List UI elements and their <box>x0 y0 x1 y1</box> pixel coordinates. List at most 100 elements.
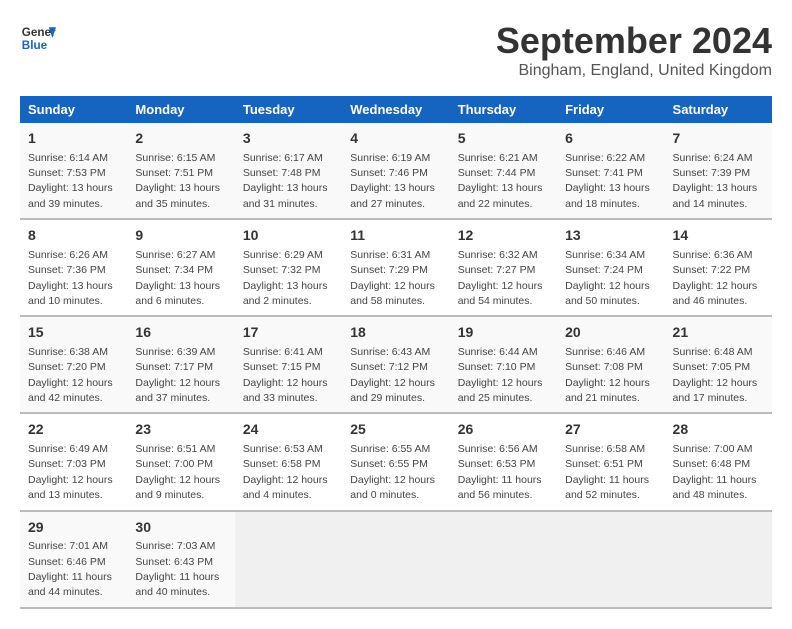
day-number: 14 <box>673 226 764 246</box>
daylight-info: Daylight: 12 hours and 21 minutes. <box>565 377 650 404</box>
daylight-info: Daylight: 12 hours and 46 minutes. <box>673 280 758 307</box>
sunset-info: Sunset: 7:51 PM <box>135 167 213 179</box>
day-number: 8 <box>28 226 119 246</box>
calendar-cell: 22 Sunrise: 6:49 AM Sunset: 7:03 PM Dayl… <box>20 413 127 510</box>
col-tuesday: Tuesday <box>235 96 342 123</box>
daylight-info: Daylight: 11 hours and 52 minutes. <box>565 474 649 501</box>
day-number: 5 <box>458 129 549 149</box>
calendar-table: Sunday Monday Tuesday Wednesday Thursday… <box>20 96 772 609</box>
daylight-info: Daylight: 12 hours and 17 minutes. <box>673 377 758 404</box>
sunset-info: Sunset: 6:46 PM <box>28 556 106 568</box>
calendar-cell: 16 Sunrise: 6:39 AM Sunset: 7:17 PM Dayl… <box>127 316 234 413</box>
calendar-cell: 23 Sunrise: 6:51 AM Sunset: 7:00 PM Dayl… <box>127 413 234 510</box>
calendar-cell: 29 Sunrise: 7:01 AM Sunset: 6:46 PM Dayl… <box>20 511 127 608</box>
location-title: Bingham, England, United Kingdom <box>496 62 772 80</box>
sunrise-info: Sunrise: 6:36 AM <box>673 249 753 261</box>
daylight-info: Daylight: 12 hours and 54 minutes. <box>458 280 543 307</box>
sunrise-info: Sunrise: 6:43 AM <box>350 346 430 358</box>
calendar-cell: 12 Sunrise: 6:32 AM Sunset: 7:27 PM Dayl… <box>450 219 557 316</box>
sunrise-info: Sunrise: 7:03 AM <box>135 540 215 552</box>
day-number: 20 <box>565 323 656 343</box>
daylight-info: Daylight: 12 hours and 4 minutes. <box>243 474 328 501</box>
calendar-cell: 20 Sunrise: 6:46 AM Sunset: 7:08 PM Dayl… <box>557 316 664 413</box>
day-number: 28 <box>673 420 764 440</box>
calendar-cell: 9 Sunrise: 6:27 AM Sunset: 7:34 PM Dayli… <box>127 219 234 316</box>
calendar-cell: 1 Sunrise: 6:14 AM Sunset: 7:53 PM Dayli… <box>20 123 127 219</box>
calendar-cell: 27 Sunrise: 6:58 AM Sunset: 6:51 PM Dayl… <box>557 413 664 510</box>
daylight-info: Daylight: 13 hours and 10 minutes. <box>28 280 113 307</box>
logo: General Blue <box>20 20 56 56</box>
sunrise-info: Sunrise: 7:01 AM <box>28 540 108 552</box>
sunset-info: Sunset: 6:53 PM <box>458 458 536 470</box>
sunrise-info: Sunrise: 6:34 AM <box>565 249 645 261</box>
calendar-cell <box>450 511 557 608</box>
sunset-info: Sunset: 7:24 PM <box>565 264 643 276</box>
sunset-info: Sunset: 7:36 PM <box>28 264 106 276</box>
daylight-info: Daylight: 11 hours and 56 minutes. <box>458 474 542 501</box>
sunset-info: Sunset: 7:46 PM <box>350 167 428 179</box>
calendar-cell: 25 Sunrise: 6:55 AM Sunset: 6:55 PM Dayl… <box>342 413 449 510</box>
daylight-info: Daylight: 12 hours and 33 minutes. <box>243 377 328 404</box>
sunrise-info: Sunrise: 6:24 AM <box>673 152 753 164</box>
sunrise-info: Sunrise: 6:27 AM <box>135 249 215 261</box>
day-number: 26 <box>458 420 549 440</box>
sunset-info: Sunset: 7:41 PM <box>565 167 643 179</box>
day-number: 15 <box>28 323 119 343</box>
calendar-cell: 6 Sunrise: 6:22 AM Sunset: 7:41 PM Dayli… <box>557 123 664 219</box>
calendar-cell: 8 Sunrise: 6:26 AM Sunset: 7:36 PM Dayli… <box>20 219 127 316</box>
calendar-cell <box>665 511 772 608</box>
sunrise-info: Sunrise: 6:29 AM <box>243 249 323 261</box>
day-number: 30 <box>135 518 226 538</box>
sunrise-info: Sunrise: 6:14 AM <box>28 152 108 164</box>
day-number: 29 <box>28 518 119 538</box>
day-number: 13 <box>565 226 656 246</box>
day-number: 6 <box>565 129 656 149</box>
sunrise-info: Sunrise: 6:38 AM <box>28 346 108 358</box>
sunset-info: Sunset: 7:53 PM <box>28 167 106 179</box>
col-friday: Friday <box>557 96 664 123</box>
sunset-info: Sunset: 7:10 PM <box>458 361 536 373</box>
logo-icon: General Blue <box>20 20 56 56</box>
sunset-info: Sunset: 7:27 PM <box>458 264 536 276</box>
calendar-cell: 19 Sunrise: 6:44 AM Sunset: 7:10 PM Dayl… <box>450 316 557 413</box>
sunrise-info: Sunrise: 6:15 AM <box>135 152 215 164</box>
calendar-cell: 17 Sunrise: 6:41 AM Sunset: 7:15 PM Dayl… <box>235 316 342 413</box>
daylight-info: Daylight: 13 hours and 14 minutes. <box>673 182 758 209</box>
sunset-info: Sunset: 7:08 PM <box>565 361 643 373</box>
day-number: 18 <box>350 323 441 343</box>
calendar-cell: 21 Sunrise: 6:48 AM Sunset: 7:05 PM Dayl… <box>665 316 772 413</box>
day-number: 1 <box>28 129 119 149</box>
month-title: September 2024 <box>496 20 772 62</box>
week-row-5: 29 Sunrise: 7:01 AM Sunset: 6:46 PM Dayl… <box>20 511 772 608</box>
daylight-info: Daylight: 12 hours and 0 minutes. <box>350 474 435 501</box>
sunset-info: Sunset: 7:03 PM <box>28 458 106 470</box>
daylight-info: Daylight: 13 hours and 27 minutes. <box>350 182 435 209</box>
day-number: 9 <box>135 226 226 246</box>
sunset-info: Sunset: 7:39 PM <box>673 167 751 179</box>
sunrise-info: Sunrise: 6:58 AM <box>565 443 645 455</box>
sunset-info: Sunset: 6:51 PM <box>565 458 643 470</box>
sunset-info: Sunset: 7:22 PM <box>673 264 751 276</box>
sunrise-info: Sunrise: 6:51 AM <box>135 443 215 455</box>
calendar-cell: 4 Sunrise: 6:19 AM Sunset: 7:46 PM Dayli… <box>342 123 449 219</box>
calendar-cell: 11 Sunrise: 6:31 AM Sunset: 7:29 PM Dayl… <box>342 219 449 316</box>
daylight-info: Daylight: 13 hours and 22 minutes. <box>458 182 543 209</box>
sunrise-info: Sunrise: 6:19 AM <box>350 152 430 164</box>
sunset-info: Sunset: 7:05 PM <box>673 361 751 373</box>
col-sunday: Sunday <box>20 96 127 123</box>
day-number: 23 <box>135 420 226 440</box>
sunset-info: Sunset: 6:43 PM <box>135 556 213 568</box>
sunset-info: Sunset: 7:00 PM <box>135 458 213 470</box>
day-number: 3 <box>243 129 334 149</box>
daylight-info: Daylight: 13 hours and 31 minutes. <box>243 182 328 209</box>
sunrise-info: Sunrise: 6:17 AM <box>243 152 323 164</box>
calendar-cell: 26 Sunrise: 6:56 AM Sunset: 6:53 PM Dayl… <box>450 413 557 510</box>
page-header: General Blue September 2024 Bingham, Eng… <box>20 20 772 80</box>
sunrise-info: Sunrise: 6:48 AM <box>673 346 753 358</box>
calendar-cell: 3 Sunrise: 6:17 AM Sunset: 7:48 PM Dayli… <box>235 123 342 219</box>
header-row: Sunday Monday Tuesday Wednesday Thursday… <box>20 96 772 123</box>
sunset-info: Sunset: 7:32 PM <box>243 264 321 276</box>
day-number: 2 <box>135 129 226 149</box>
daylight-info: Daylight: 12 hours and 9 minutes. <box>135 474 220 501</box>
svg-text:Blue: Blue <box>22 39 48 52</box>
